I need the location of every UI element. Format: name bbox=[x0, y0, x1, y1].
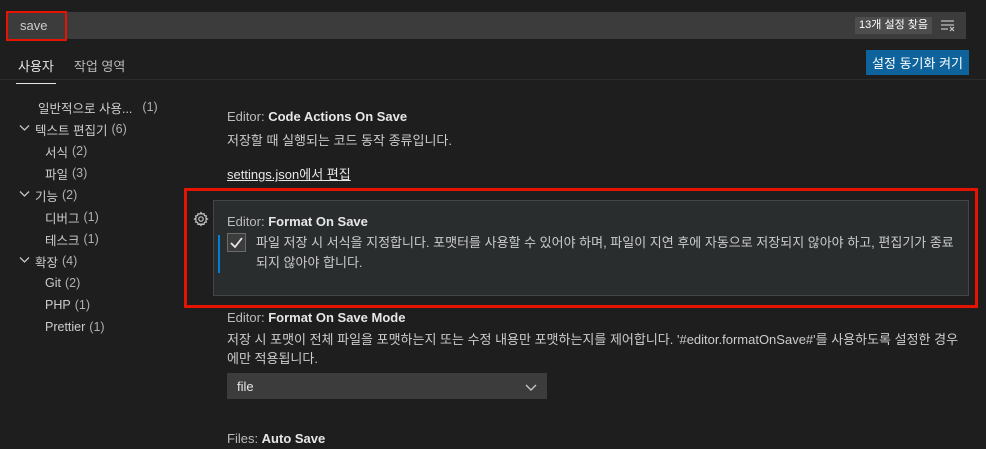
toc-item[interactable]: 기능 (2) bbox=[0, 184, 190, 206]
toc-item-count: (2) bbox=[62, 188, 78, 202]
toc-item-label: 테스크 bbox=[45, 233, 80, 248]
toc-item-label: Prettier bbox=[45, 320, 86, 334]
toc-item[interactable]: 서식 (2) bbox=[0, 140, 190, 162]
settings-toc: 일반적으로 사용... (1) 텍스트 편집기 (6) 서식 (2) 파일 (3) 기능 (2) 디… bbox=[0, 96, 190, 338]
chevron-down-icon bbox=[19, 189, 35, 201]
toc-item-label: 파일 bbox=[45, 167, 69, 182]
toc-item[interactable]: 일반적으로 사용... (1) bbox=[0, 96, 190, 118]
setting-title: Editor: Code Actions On Save bbox=[227, 109, 408, 124]
toc-item-count: (3) bbox=[72, 166, 88, 180]
toc-item-count: (4) bbox=[62, 254, 78, 268]
toc-item-count: (1) bbox=[74, 298, 90, 312]
chevron-down-icon bbox=[19, 123, 35, 135]
search-result-count: 13개 설정 찾음 bbox=[855, 17, 932, 34]
toc-item-count: (6) bbox=[111, 122, 127, 136]
toc-item-count: (2) bbox=[64, 276, 81, 290]
toc-item-label: 디버그 bbox=[45, 211, 80, 226]
toc-item-count: (1) bbox=[89, 320, 105, 334]
toc-item-label: 일반적으로 사용... bbox=[38, 101, 133, 116]
toc-item[interactable]: 파일 (3) bbox=[0, 162, 190, 184]
gear-icon[interactable] bbox=[193, 211, 209, 227]
toc-item[interactable]: Prettier (1) bbox=[0, 316, 190, 338]
toc-item[interactable]: 확장 (4) bbox=[0, 250, 190, 272]
chevron-down-icon bbox=[525, 384, 537, 391]
toc-item-label: 서식 bbox=[45, 145, 69, 160]
setting-title-format-on-save: Editor: Format On Save bbox=[227, 214, 368, 229]
toc-item-label: 기능 bbox=[35, 189, 59, 204]
toc-item-count: (2) bbox=[72, 144, 88, 158]
toc-item-label: Git bbox=[45, 276, 61, 290]
edit-in-settings-json-link[interactable]: settings.json에서 편집 bbox=[227, 164, 351, 183]
toc-item[interactable]: 텍스트 편집기 (6) bbox=[0, 118, 190, 140]
toc-item[interactable]: 디버그 (1) bbox=[0, 206, 190, 228]
setting-description: 저장할 때 실행되는 코드 동작 종류입니다. bbox=[227, 133, 452, 148]
settings-search-input[interactable] bbox=[6, 12, 706, 39]
clear-filter-icon[interactable] bbox=[940, 18, 956, 32]
setting-format-on-save-mode: Editor: Format On Save Mode 저장 시 포맷이 전체 … bbox=[227, 310, 967, 368]
settings-search-bar: 13개 설정 찾음 bbox=[6, 12, 966, 39]
checkmark-icon bbox=[230, 237, 243, 249]
toc-item[interactable]: 테스크 (1) bbox=[0, 228, 190, 250]
format-on-save-mode-select[interactable]: file bbox=[227, 373, 547, 399]
setting-code-actions-on-save: Editor: Code Actions On Save 저장할 때 실행되는 … bbox=[227, 109, 452, 183]
chevron-down-icon bbox=[19, 255, 35, 267]
setting-auto-save: Files: Auto Save bbox=[227, 431, 326, 446]
format-on-save-description: 파일 저장 시 서식을 지정합니다. 포맷터를 사용할 수 있어야 하며, 파일… bbox=[256, 235, 954, 270]
toc-item-label: PHP bbox=[45, 298, 71, 312]
focus-indicator bbox=[218, 235, 220, 273]
toc-item-label: 텍스트 편집기 bbox=[35, 123, 108, 138]
select-value: file bbox=[237, 378, 254, 394]
format-on-save-checkbox[interactable] bbox=[227, 233, 246, 252]
setting-description: 저장 시 포맷이 전체 파일을 포맷하는지 또는 수정 내용만 포맷하는지를 제… bbox=[227, 332, 959, 366]
toc-item-label: 확장 bbox=[35, 255, 59, 270]
toc-item-count: (1) bbox=[83, 232, 99, 246]
toc-item[interactable]: PHP (1) bbox=[0, 294, 190, 316]
toc-item-count: (1) bbox=[83, 210, 99, 224]
toc-item[interactable]: Git (2) bbox=[0, 272, 190, 294]
settings-sync-button[interactable]: 설정 동기화 켜기 bbox=[866, 50, 969, 75]
toc-item-count: (1) bbox=[142, 100, 158, 114]
tabs-divider bbox=[0, 79, 986, 80]
